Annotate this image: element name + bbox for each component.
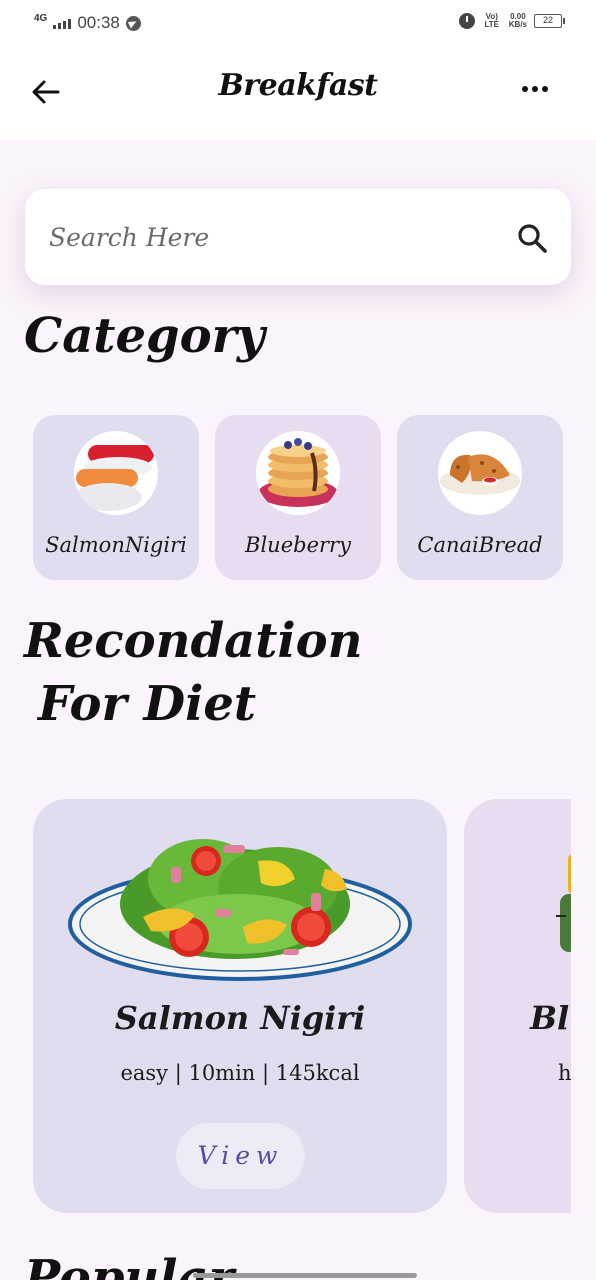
- status-bar: 4G 00:38 Vo) LTE 0.00 KB/s 22: [0, 0, 596, 46]
- network-type: 4G: [34, 13, 48, 24]
- category-card-salmon-nigiri[interactable]: SalmonNigiri: [33, 415, 199, 580]
- battery-icon: 22: [534, 14, 565, 28]
- category-card-canai-bread[interactable]: CanaiBread: [397, 415, 563, 580]
- recommendation-heading-line1: Recondation: [24, 613, 363, 669]
- recommendation-card[interactable]: Salmon Nigiri easy | 10min | 145kcal Vie…: [33, 799, 447, 1213]
- search-icon[interactable]: [515, 221, 549, 255]
- app-bar: Breakfast: [0, 46, 596, 140]
- telegram-icon: [125, 15, 141, 31]
- category-card-blueberry[interactable]: Blueberry: [215, 415, 381, 580]
- status-left: 4G 00:38: [34, 13, 141, 33]
- recommendation-heading: Recondation For Diet: [24, 615, 363, 731]
- view-button[interactable]: View: [176, 1123, 305, 1189]
- volte-indicator: Vo) LTE: [484, 12, 500, 29]
- search-bar: [25, 189, 571, 285]
- salad-image: [63, 809, 417, 984]
- recommendation-heading-line2: For Diet: [38, 675, 257, 732]
- dish-image-partial: [556, 854, 571, 954]
- home-indicator[interactable]: [193, 1273, 417, 1278]
- category-label: SalmonNigiri: [45, 533, 187, 557]
- category-label: Blueberry: [245, 533, 351, 557]
- speed-unit: KB/s: [508, 20, 527, 29]
- search-input[interactable]: [49, 215, 489, 259]
- alarm-icon: [458, 13, 475, 29]
- blueberry-pancake-image: [256, 431, 340, 515]
- category-heading: Category: [24, 308, 265, 364]
- status-time: 00:38: [77, 13, 120, 32]
- salmon-nigiri-image: [74, 431, 158, 515]
- canai-bread-image: [438, 431, 522, 515]
- recommendation-carousel[interactable]: Salmon Nigiri easy | 10min | 145kcal Vie…: [0, 799, 571, 1213]
- dish-meta: easy | 10min | 145kcal: [120, 1061, 360, 1085]
- more-options-icon[interactable]: [522, 86, 548, 92]
- dish-meta: h: [558, 1061, 571, 1085]
- status-right: Vo) LTE 0.00 KB/s 22: [458, 12, 565, 29]
- signal-icon: [53, 17, 72, 29]
- network-speed: 0.00 KB/s: [509, 13, 527, 29]
- dish-name: Salmon Nigiri: [114, 999, 366, 1037]
- page-title: Breakfast: [218, 68, 378, 103]
- recommendation-card[interactable]: Bl h: [464, 799, 571, 1213]
- dish-name: Bl: [530, 999, 570, 1037]
- category-label: CanaiBread: [417, 533, 543, 557]
